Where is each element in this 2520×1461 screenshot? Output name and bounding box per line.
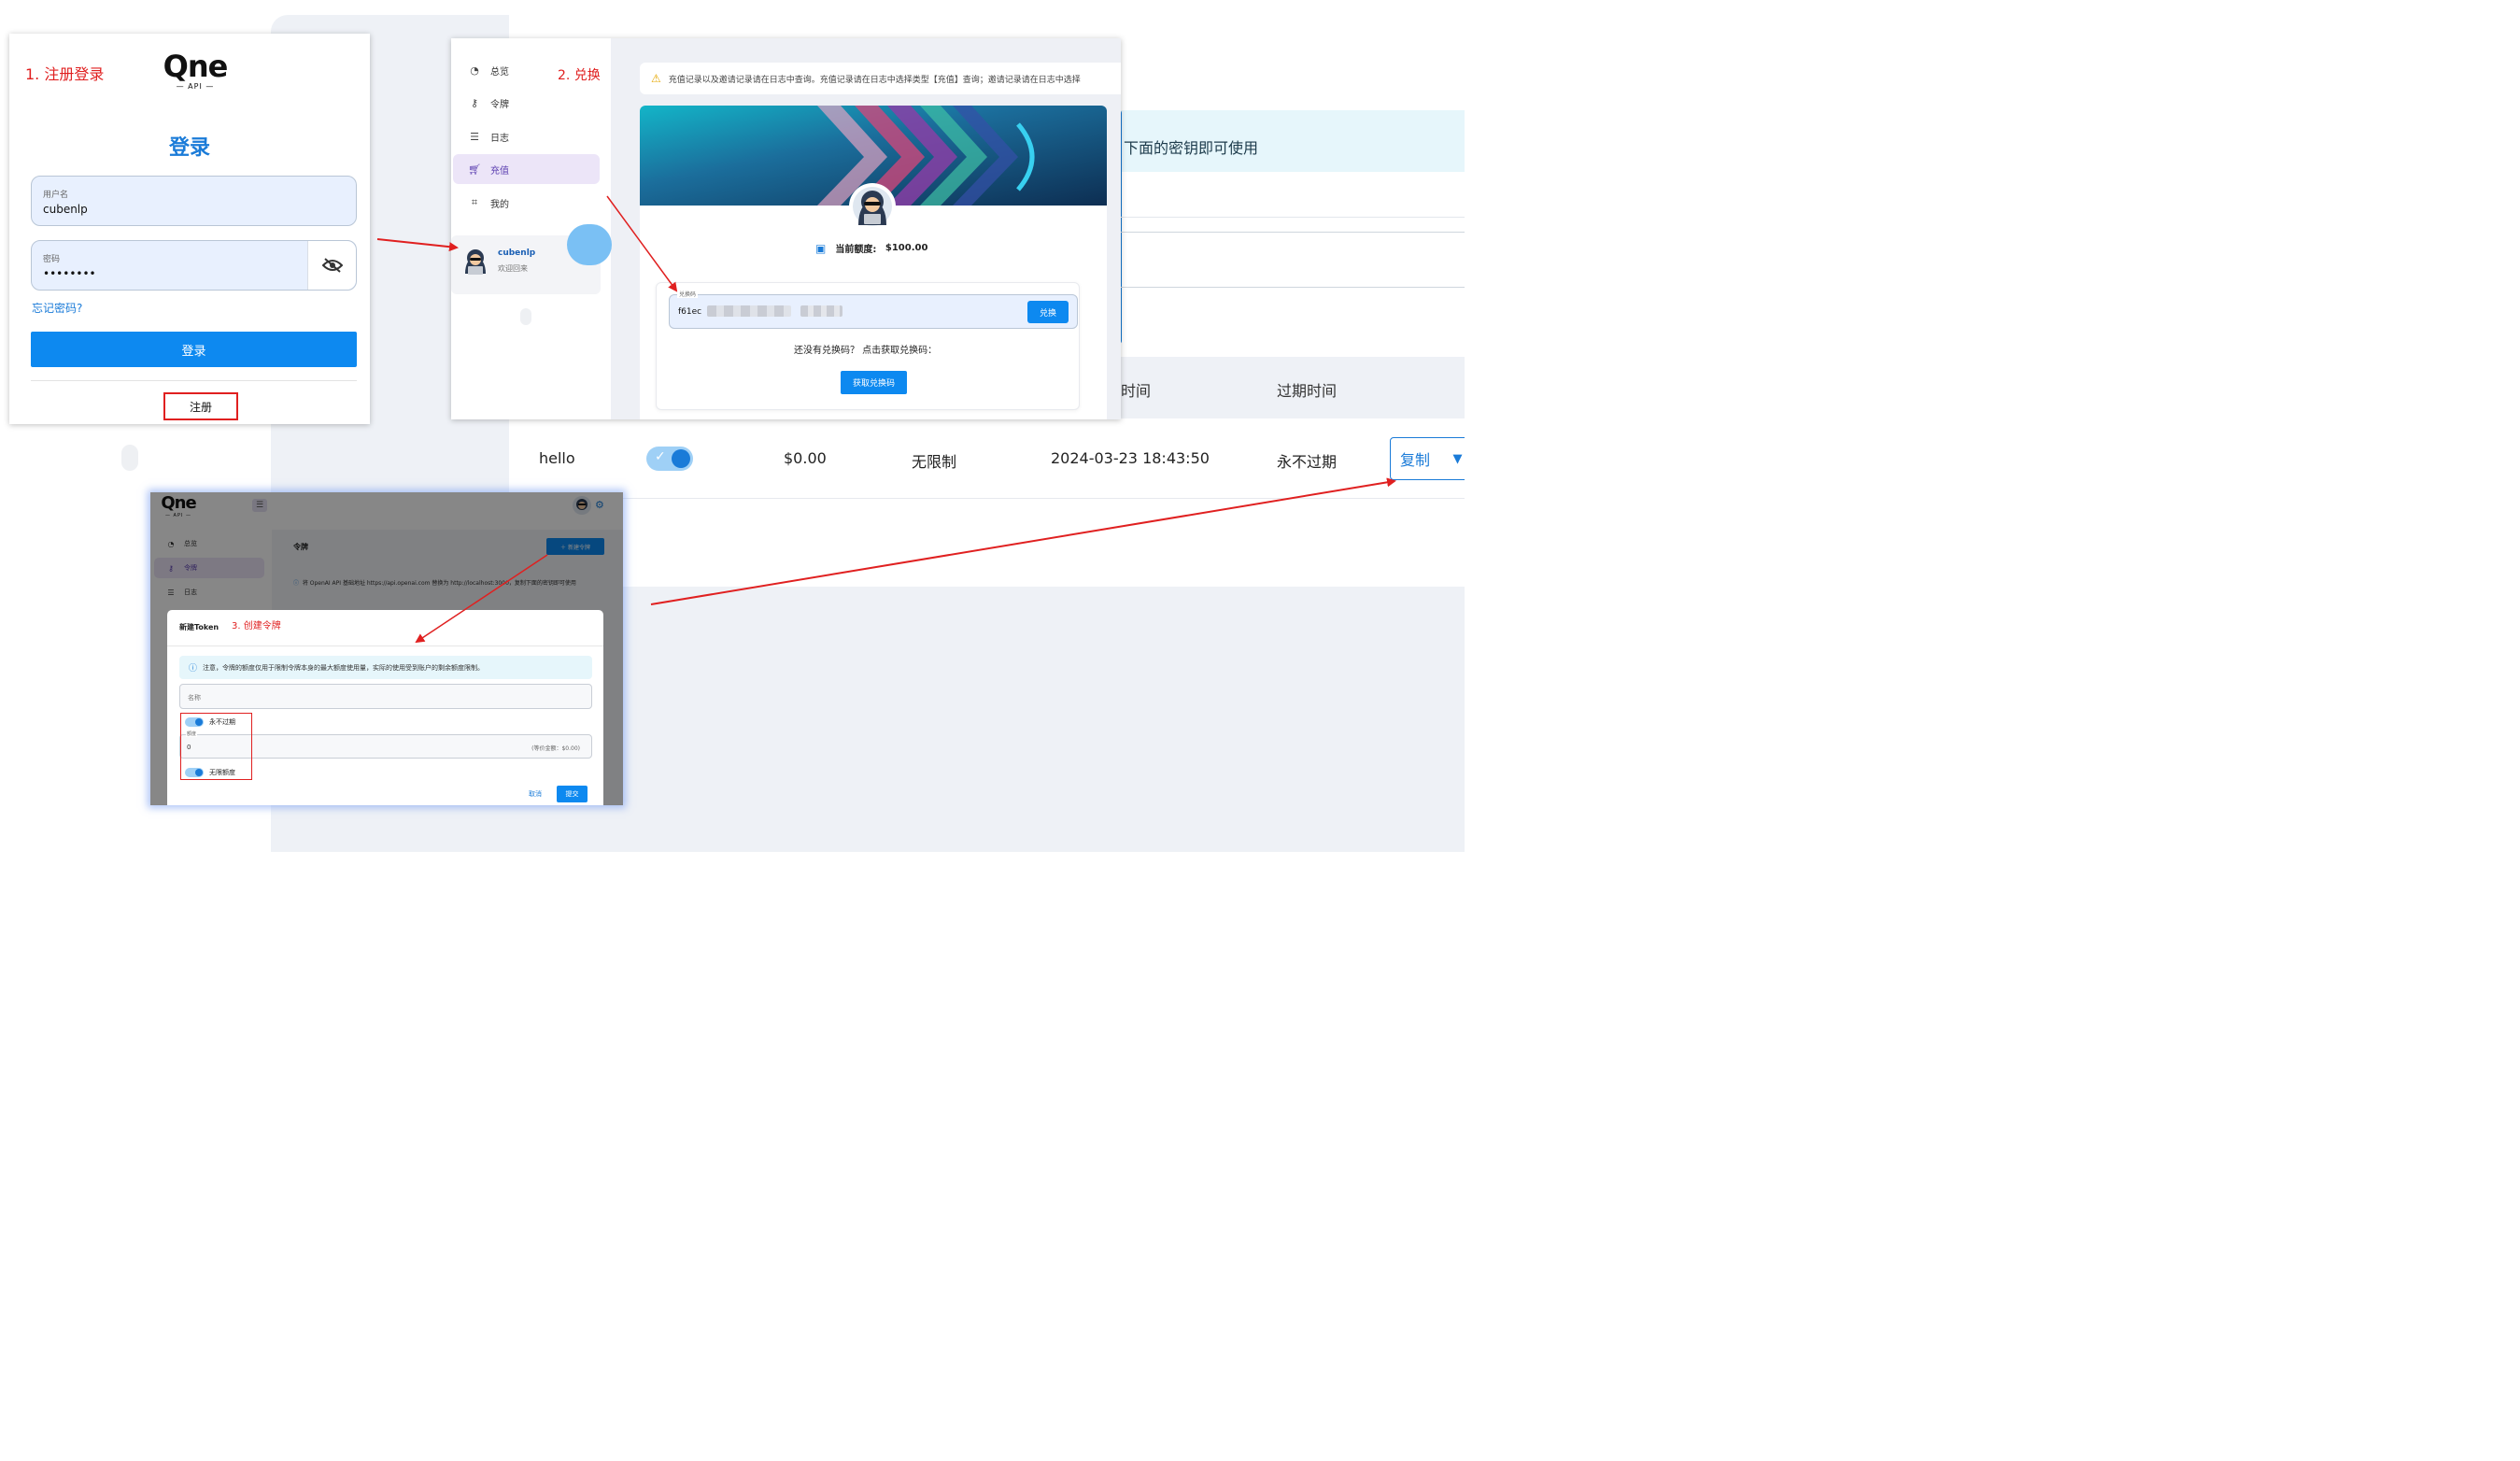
forgot-password-link[interactable]: 忘记密码? bbox=[32, 300, 82, 316]
sidebar-item-profile[interactable]: ⌗ 我的 bbox=[451, 189, 601, 217]
divider bbox=[31, 380, 357, 381]
column-header-time: 时间 bbox=[1121, 382, 1152, 400]
profile-avatar bbox=[849, 183, 896, 230]
eye-off-icon[interactable] bbox=[307, 241, 356, 290]
info-icon: ⓘ bbox=[189, 664, 198, 674]
password-value: •••••••• bbox=[43, 267, 96, 280]
welcome-text: 欢迎回来 bbox=[498, 264, 528, 273]
dashboard-icon: ◔ bbox=[470, 64, 479, 77]
check-icon: ✓ bbox=[655, 449, 666, 464]
user-scan-icon: ⌗ bbox=[471, 196, 478, 208]
list-icon: ☰ bbox=[470, 130, 479, 143]
redeem-code-label: 兑换码 bbox=[677, 290, 699, 298]
user-card[interactable]: cubenlp 欢迎回来 bbox=[451, 224, 612, 294]
created-time-cell: 2024-03-23 18:43:50 bbox=[1051, 449, 1210, 467]
redeem-code-value: f61ec bbox=[678, 307, 702, 317]
sidebar-item-recharge[interactable]: 🛒︎ 充值 bbox=[451, 155, 601, 183]
wallet-icon: ▣ bbox=[815, 241, 827, 255]
scroll-indicator bbox=[121, 445, 138, 471]
username-label: 用户名 bbox=[43, 191, 69, 200]
column-header-expiry: 过期时间 bbox=[1277, 382, 1338, 400]
chevron-down-icon[interactable]: ▼ bbox=[1439, 437, 1465, 480]
sidebar: ◔ 总览 ⚷ 令牌 ☰ 日志 🛒︎ 充值 ⌗ 我的 cubenlp 欢迎回来 bbox=[451, 38, 612, 419]
register-button[interactable]: 注册 bbox=[163, 392, 238, 420]
recharge-notice: ⚠ 充值记录以及邀请记录请在日志中查询。充值记录请在日志中选择类型【充值】查询；邀… bbox=[640, 63, 1121, 94]
recharge-panel: ◔ 总览 ⚷ 令牌 ☰ 日志 🛒︎ 充值 ⌗ 我的 cubenlp 欢迎回来 2. 兑换 … bbox=[451, 38, 1121, 419]
row-divider bbox=[509, 498, 1465, 499]
token-name-input[interactable]: 名称 bbox=[179, 684, 592, 709]
quota-note: ⓘ 注意，令牌的额度仅用于限制令牌本身的最大额度使用量，实际的使用受到账户的剩余额… bbox=[179, 656, 592, 679]
divider bbox=[167, 645, 603, 646]
annotation-highlight-box bbox=[180, 713, 252, 780]
step-3-label: 3. 创建令牌 bbox=[232, 621, 281, 631]
dialog-title: 新建Token bbox=[179, 623, 219, 631]
password-label: 密码 bbox=[43, 255, 61, 264]
login-button[interactable]: 登录 bbox=[31, 332, 357, 367]
remaining-quota-cell: 无限制 bbox=[912, 453, 957, 471]
scroll-indicator bbox=[520, 308, 531, 325]
avatar bbox=[465, 249, 486, 275]
expiry-cell: 永不过期 bbox=[1277, 453, 1338, 471]
annotated-tutorial-screenshot: 下面的密钥即可使用 时间 过期时间 hello ✓ $0.00 无限制 2024… bbox=[0, 0, 1465, 852]
divider bbox=[1121, 217, 1465, 218]
search-input[interactable] bbox=[1121, 232, 1465, 288]
password-field[interactable]: 密码 •••••••• bbox=[31, 240, 357, 291]
submit-button[interactable]: 提交 bbox=[557, 786, 588, 802]
used-quota-cell: $0.00 bbox=[784, 449, 827, 467]
get-code-button[interactable]: 获取兑换码 bbox=[841, 371, 907, 394]
key-icon: ⚷ bbox=[470, 96, 479, 109]
login-panel: 1. 注册登录 Qne — API — 登录 用户名 cubenlp 密码 ••… bbox=[9, 34, 370, 424]
api-info-text: 下面的密钥即可使用 bbox=[1124, 139, 1259, 157]
token-status-toggle[interactable]: ✓ bbox=[646, 447, 693, 471]
copy-button[interactable]: 复制 bbox=[1390, 437, 1440, 480]
step-1-label: 1. 注册登录 bbox=[25, 65, 105, 83]
redeem-code-input[interactable]: 兑换码 f61ec bbox=[669, 290, 1078, 329]
warning-icon: ⚠ bbox=[651, 72, 661, 85]
app-logo: Qne — API — bbox=[163, 49, 229, 91]
cancel-button[interactable]: 取消 bbox=[529, 789, 542, 799]
quota-equivalent: (等价金额：$0.00) bbox=[531, 745, 580, 752]
token-name-cell: hello bbox=[539, 449, 575, 467]
username-field[interactable]: 用户名 cubenlp bbox=[31, 176, 357, 226]
balance-display: ▣ 当前额度: $100.00 bbox=[815, 241, 928, 256]
redeem-button[interactable]: 兑换 bbox=[1027, 301, 1069, 323]
username-value: cubenlp bbox=[43, 203, 88, 216]
cart-icon: 🛒︎ bbox=[468, 163, 481, 176]
sidebar-item-tokens[interactable]: ⚷ 令牌 bbox=[451, 89, 601, 117]
no-code-text: 还没有兑换码？ 点击获取兑换码： bbox=[794, 346, 938, 356]
step-2-label: 2. 兑换 bbox=[558, 68, 601, 83]
user-name: cubenlp bbox=[498, 248, 536, 258]
sidebar-item-logs[interactable]: ☰ 日志 bbox=[451, 122, 601, 150]
create-token-panel: Qne — API — ☰ ⚙ ◔ 总览 ⚷ 令牌 ☰ 日志 令牌 ＋ 新建令牌 ⓘ … bbox=[150, 492, 623, 805]
page-title: 登录 bbox=[168, 136, 210, 160]
